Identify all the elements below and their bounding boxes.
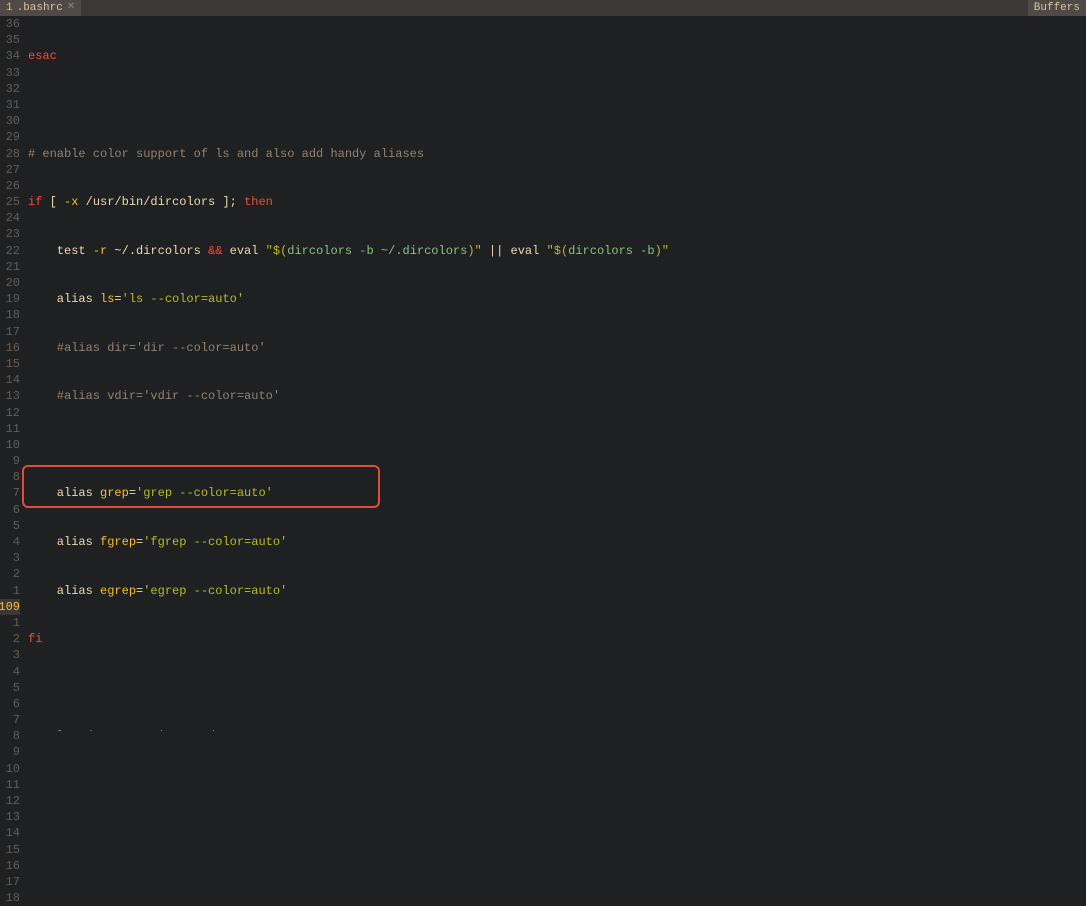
code-area[interactable]: esac # enable color support of ls and al… (24, 16, 1086, 731)
code-line: if [ -x /usr/bin/dircolors ]; then (28, 194, 1086, 210)
code-line: alias fgrep='fgrep --color=auto' (28, 534, 1086, 550)
line-number-gutter: 3635343332313029282726252423222120191817… (0, 16, 24, 731)
code-line (28, 437, 1086, 453)
buffers-label: Buffers (1034, 1, 1080, 16)
code-line: # enable color support of ls and also ad… (28, 146, 1086, 162)
tab-index: 1 (6, 1, 13, 16)
editor[interactable]: 3635343332313029282726252423222120191817… (0, 16, 1086, 731)
code-line: test -r ~/.dircolors && eval "$(dircolor… (28, 243, 1086, 259)
code-line: alias grep='grep --color=auto' (28, 485, 1086, 501)
tab-filename: .bashrc (17, 1, 63, 16)
tab-bar: 1 .bashrc ✕ Buffers (0, 0, 1086, 16)
buffers-button[interactable]: Buffers (1028, 0, 1086, 16)
code-line: alias egrep='egrep --color=auto' (28, 583, 1086, 599)
code-line (28, 680, 1086, 696)
current-line-number: 109 (0, 599, 20, 615)
code-line: #alias dir='dir --color=auto' (28, 340, 1086, 356)
code-line: esac (28, 48, 1086, 64)
tab-bashrc[interactable]: 1 .bashrc ✕ (0, 0, 81, 16)
code-line: fi (28, 631, 1086, 647)
code-line: alias ls='ls --color=auto' (28, 291, 1086, 307)
code-line (28, 97, 1086, 113)
code-line: #alias vdir='vdir --color=auto' (28, 388, 1086, 404)
close-icon[interactable]: ✕ (67, 1, 75, 15)
